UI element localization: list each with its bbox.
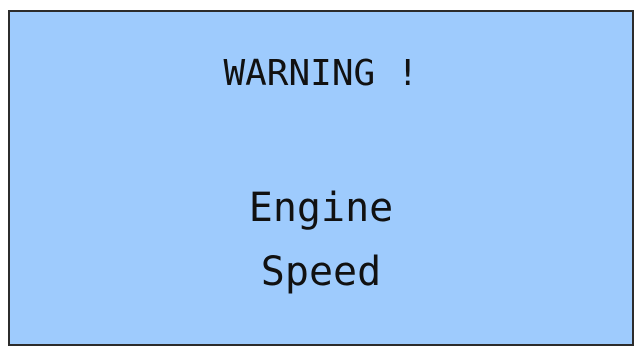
warning-title: WARNING ! <box>223 53 419 94</box>
warning-display-panel: WARNING ! Engine Speed <box>8 10 634 346</box>
warning-message-line-1: Engine <box>248 185 394 231</box>
warning-message-line-2: Speed <box>260 249 382 295</box>
